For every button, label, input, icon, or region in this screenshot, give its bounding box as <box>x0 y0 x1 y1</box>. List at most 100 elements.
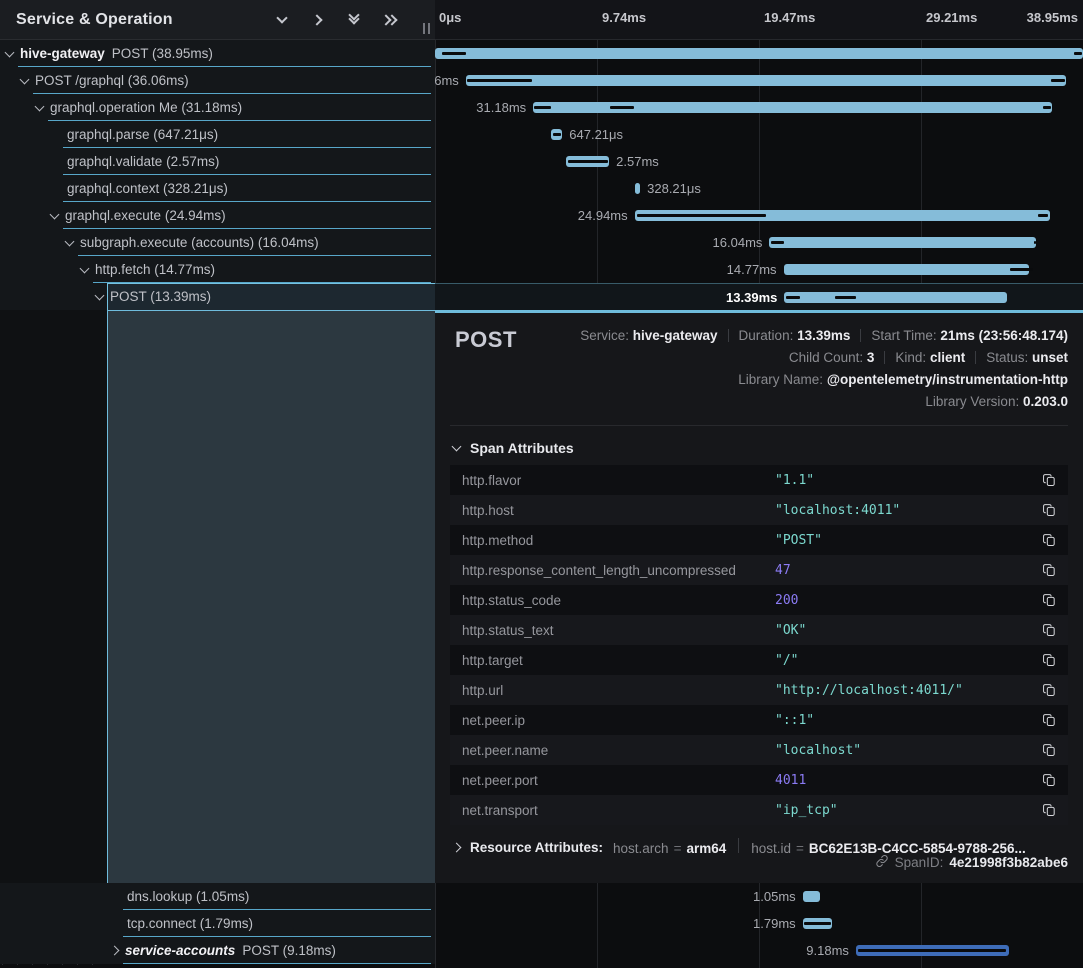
attribute-value: 47 <box>775 563 1040 578</box>
copy-icon[interactable] <box>1040 651 1058 669</box>
ruler-tick-label: 0μs <box>439 10 461 25</box>
span-name-cell[interactable]: http.fetch (14.77ms) <box>0 256 435 283</box>
copy-icon[interactable] <box>1040 471 1058 489</box>
attribute-key: http.status_code <box>462 593 775 608</box>
operation-name: POST (13.39ms) <box>110 289 211 304</box>
span-row[interactable]: graphql.parse (647.21μs)647.21μs <box>0 121 1083 148</box>
ruler-tick-label: 9.74ms <box>602 10 646 25</box>
span-name-cell[interactable]: tcp.connect (1.79ms) <box>0 910 435 937</box>
span-row[interactable]: graphql.context (328.21μs)328.21μs <box>0 175 1083 202</box>
span-id[interactable]: SpanID: 4e21998f3b82abe6 <box>875 854 1068 871</box>
copy-icon[interactable] <box>1040 681 1058 699</box>
chevron-right-icon[interactable] <box>307 9 329 31</box>
self-time-mark <box>1051 79 1065 82</box>
attribute-row: http.flavor"1.1" <box>450 465 1068 495</box>
double-chevron-down-icon[interactable] <box>343 9 365 31</box>
copy-icon[interactable] <box>1040 711 1058 729</box>
attribute-key: net.peer.name <box>462 743 775 758</box>
copy-icon[interactable] <box>1040 621 1058 639</box>
copy-icon[interactable] <box>1040 561 1058 579</box>
operation-name: POST (38.95ms) <box>112 46 213 61</box>
span-duration-bar[interactable] <box>784 264 1030 275</box>
span-id-label: SpanID: <box>895 855 944 870</box>
chevron-down-icon[interactable] <box>95 290 105 300</box>
copy-icon[interactable] <box>1040 741 1058 759</box>
span-name-cell[interactable]: POST /graphql (36.06ms) <box>0 67 435 94</box>
span-row[interactable]: dns.lookup (1.05ms)1.05ms <box>0 883 1083 910</box>
copy-icon[interactable] <box>1040 591 1058 609</box>
span-row[interactable]: http.fetch (14.77ms)14.77ms <box>0 256 1083 283</box>
chevron-down-icon[interactable] <box>271 9 293 31</box>
span-row[interactable]: hive-gatewayPOST (38.95ms)38.95ms <box>0 40 1083 67</box>
copy-icon[interactable] <box>1040 771 1058 789</box>
chevron-down-icon[interactable] <box>5 47 15 57</box>
self-time-mark <box>442 52 465 55</box>
field-separator <box>884 351 885 364</box>
attribute-key: net.peer.ip <box>462 713 775 728</box>
row-underline <box>123 963 431 964</box>
span-duration-bar[interactable] <box>769 237 1036 248</box>
span-row[interactable]: tcp.connect (1.79ms)1.79ms <box>0 910 1083 937</box>
field-value: hive-gateway <box>633 328 718 343</box>
detail-divider <box>450 425 1068 426</box>
chevron-right-icon <box>453 842 461 852</box>
timeline-ruler: 0μs9.74ms19.47ms29.21ms38.95ms <box>435 0 1083 40</box>
span-row[interactable]: subgraph.execute (accounts) (16.04ms)16.… <box>0 229 1083 256</box>
double-chevron-right-icon[interactable] <box>379 9 401 31</box>
attribute-value: 200 <box>775 593 1040 608</box>
span-duration-label: 31.18ms <box>476 94 526 121</box>
span-attributes-title: Span Attributes <box>470 440 574 456</box>
span-name-cell[interactable]: graphql.execute (24.94ms) <box>0 202 435 229</box>
span-row[interactable]: POST (13.39ms)13.39ms <box>0 283 1083 310</box>
attribute-row: http.status_code200 <box>450 585 1068 615</box>
column-resize-handle[interactable] <box>420 20 433 37</box>
field-separator <box>728 329 729 342</box>
field-label: Library Name: <box>738 372 827 387</box>
span-bar-cell: 647.21μs <box>435 121 1083 148</box>
chevron-right-icon[interactable] <box>110 946 120 956</box>
span-name-cell[interactable]: POST (13.39ms) <box>0 283 435 310</box>
copy-icon[interactable] <box>1040 531 1058 549</box>
span-name-cell[interactable]: graphql.operation Me (31.18ms) <box>0 94 435 121</box>
span-name-cell[interactable]: graphql.context (328.21μs) <box>0 175 435 202</box>
chevron-down-icon[interactable] <box>50 209 60 219</box>
ruler-tick-label: 19.47ms <box>764 10 815 25</box>
span-duration-bar[interactable] <box>784 292 1007 303</box>
resource-attribute-value: arm64 <box>686 841 726 856</box>
span-row[interactable]: graphql.execute (24.94ms)24.94ms <box>0 202 1083 229</box>
span-duration-bar[interactable] <box>635 183 640 194</box>
span-duration-bar[interactable] <box>435 48 1083 59</box>
span-name-cell[interactable]: graphql.parse (647.21μs) <box>0 121 435 148</box>
span-name-cell[interactable]: hive-gatewayPOST (38.95ms) <box>0 40 435 67</box>
span-row[interactable]: graphql.operation Me (31.18ms) 31.18ms <box>0 94 1083 121</box>
copy-icon[interactable] <box>1040 501 1058 519</box>
span-name-cell[interactable]: subgraph.execute (accounts) (16.04ms) <box>0 229 435 256</box>
attribute-key: http.url <box>462 683 775 698</box>
span-duration-bar[interactable] <box>466 75 1066 86</box>
detail-field-line: Child Count: 3Kind: clientStatus: unset <box>517 347 1068 369</box>
attribute-row: net.peer.port4011 <box>450 765 1068 795</box>
attribute-value: "localhost" <box>775 743 1040 758</box>
span-row[interactable]: POST /graphql (36.06ms)36.06ms <box>0 67 1083 94</box>
attribute-value: 4011 <box>775 773 1040 788</box>
resource-attribute-key: host.arch <box>613 841 669 856</box>
self-time-mark <box>858 949 1006 952</box>
span-duration-bar[interactable] <box>803 891 820 902</box>
copy-icon[interactable] <box>1040 801 1058 819</box>
span-name-cell[interactable]: graphql.validate (2.57ms) <box>0 148 435 175</box>
span-row[interactable]: service-accountsPOST (9.18ms)9.18ms <box>0 937 1083 964</box>
span-name-cell[interactable]: dns.lookup (1.05ms) <box>0 883 435 910</box>
attribute-key: http.method <box>462 533 775 548</box>
chevron-down-icon[interactable] <box>20 74 30 84</box>
chevron-down-icon[interactable] <box>35 101 45 111</box>
span-attributes-toggle[interactable]: Span Attributes <box>453 440 1068 456</box>
chevron-down-icon[interactable] <box>65 236 75 246</box>
span-row[interactable]: graphql.validate (2.57ms)2.57ms <box>0 148 1083 175</box>
span-name-cell[interactable]: service-accountsPOST (9.18ms) <box>0 937 435 964</box>
span-attributes-table: http.flavor"1.1"http.host"localhost:4011… <box>450 465 1068 825</box>
attribute-key: http.response_content_length_uncompresse… <box>462 563 775 578</box>
span-detail-title: POST <box>450 325 517 353</box>
chevron-down-icon[interactable] <box>80 263 90 273</box>
field-value: 0.203.0 <box>1023 394 1068 409</box>
attribute-value: "POST" <box>775 533 1040 548</box>
